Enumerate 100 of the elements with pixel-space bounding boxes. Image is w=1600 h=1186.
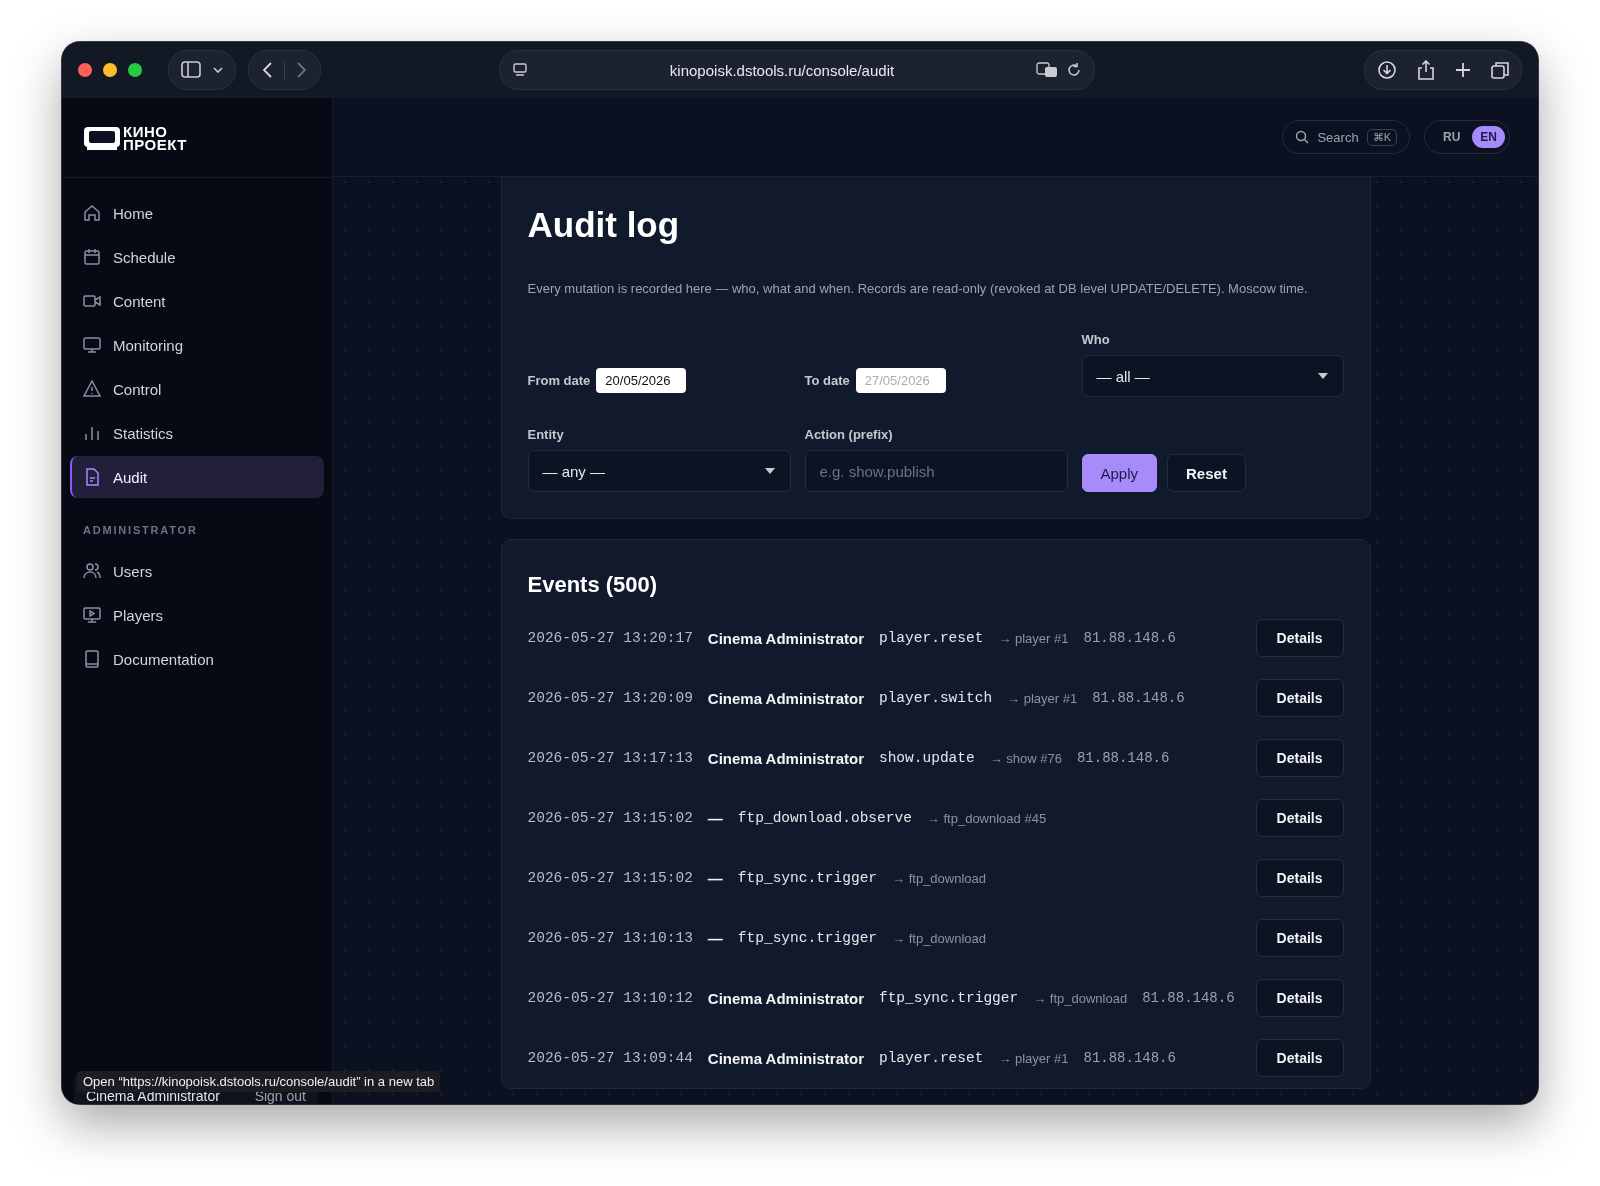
back-icon[interactable] <box>263 62 272 78</box>
field-label: Entity <box>527 427 565 442</box>
monitor-icon <box>82 335 102 355</box>
calendar-icon <box>82 247 102 267</box>
sidebar-item[interactable]: Audit <box>70 456 324 498</box>
field-label: Who <box>1081 332 1111 347</box>
section-title: ADMINISTRATOR <box>82 523 199 538</box>
details-button[interactable]: Details <box>1255 619 1344 657</box>
event-action: player.reset <box>878 630 984 646</box>
event-ip: 81.88.148.6 <box>1083 630 1176 646</box>
event-time: 2026-05-27 13:15:02 <box>527 870 693 886</box>
event-action: ftp_download.observe <box>737 810 912 826</box>
event-target: → ftp_download <box>892 930 986 946</box>
field-label: From date <box>527 373 591 388</box>
date-field[interactable]: 27/05/2026 <box>855 368 946 393</box>
event-action: player.switch <box>878 690 993 706</box>
share-icon[interactable] <box>1417 60 1435 80</box>
details-button[interactable]: Details <box>1255 979 1344 1017</box>
sidebar-item[interactable]: Home <box>70 192 324 234</box>
apply-button[interactable]: Apply <box>1081 454 1158 492</box>
event-time: 2026-05-27 13:09:44 <box>527 1050 693 1066</box>
action-input[interactable]: e.g. show.publish <box>804 450 1068 492</box>
shortcut-hint: ⌘K <box>1366 128 1397 146</box>
sidebar-item[interactable]: Monitoring <box>70 324 324 366</box>
download-icon[interactable] <box>1377 60 1397 80</box>
logo[interactable]: КИНО ПРОЕКТ <box>83 124 187 151</box>
details-button[interactable]: Details <box>1255 919 1344 957</box>
caret-icon <box>1316 372 1329 380</box>
event-actor: Cinema Administrator <box>707 989 864 1007</box>
zoom-window-button[interactable] <box>128 63 142 77</box>
event-action: show.update <box>878 750 975 766</box>
reload-icon[interactable] <box>1066 62 1082 78</box>
close-window-button[interactable] <box>78 63 92 77</box>
page-title: Audit log <box>527 205 681 245</box>
event-time: 2026-05-27 13:20:09 <box>527 690 693 706</box>
event-target: → ftp_download <box>1033 990 1128 1006</box>
field-label: Action (prefix) <box>804 427 894 442</box>
event-target: → ftp_download <box>892 870 986 886</box>
sidebar-item[interactable]: Players <box>70 594 324 636</box>
details-button[interactable]: Details <box>1255 1039 1344 1077</box>
event-actor: — <box>707 929 723 947</box>
book-icon <box>82 649 102 669</box>
search-icon <box>1295 130 1310 144</box>
event-actor: — <box>707 869 723 887</box>
translate-icon[interactable] <box>1036 62 1058 78</box>
event-time: 2026-05-27 13:15:02 <box>527 810 693 826</box>
who-select[interactable]: — all — <box>1081 355 1344 397</box>
field-label: To date <box>804 373 850 388</box>
new-tab-icon[interactable] <box>1455 62 1471 78</box>
language-option[interactable]: EN <box>1472 126 1505 148</box>
event-target: → player #1 <box>998 1050 1069 1066</box>
details-button[interactable]: Details <box>1255 799 1344 837</box>
event-ip: 81.88.148.6 <box>1092 690 1185 706</box>
event-ip: 81.88.148.6 <box>1083 1050 1176 1066</box>
warning-icon <box>82 379 102 399</box>
sidebar-toggle-button[interactable] <box>168 50 236 90</box>
reset-button[interactable]: Reset <box>1167 454 1246 492</box>
event-time: 2026-05-27 13:10:13 <box>527 930 693 946</box>
event-ip: 81.88.148.6 <box>1142 990 1235 1006</box>
caret-icon <box>763 467 776 475</box>
event-target: → player #1 <box>998 630 1069 646</box>
sidebar-item[interactable]: Statistics <box>70 412 324 454</box>
details-button[interactable]: Details <box>1255 859 1344 897</box>
language-option[interactable]: RU <box>1435 126 1469 148</box>
minimize-window-button[interactable] <box>103 63 117 77</box>
users-icon <box>82 561 102 581</box>
sidebar-item[interactable]: Control <box>70 368 324 410</box>
event-actor: Cinema Administrator <box>707 689 864 707</box>
event-target: → player #1 <box>1007 690 1078 706</box>
sidebar-item[interactable]: Users <box>70 550 324 592</box>
address-bar[interactable]: kinopoisk.dstools.ru/console/audit <box>499 50 1095 90</box>
event-action: ftp_sync.trigger <box>878 990 1019 1006</box>
sidebar-icon <box>181 60 201 80</box>
home-icon <box>82 203 102 223</box>
player-icon <box>82 605 102 625</box>
event-time: 2026-05-27 13:10:12 <box>527 990 693 1006</box>
event-actor: Cinema Administrator <box>707 1049 864 1067</box>
event-action: player.reset <box>878 1050 984 1066</box>
event-action: ftp_sync.trigger <box>737 930 878 946</box>
event-time: 2026-05-27 13:20:17 <box>527 630 693 646</box>
details-button[interactable]: Details <box>1255 739 1344 777</box>
event-target: → ftp_download #45 <box>926 810 1047 826</box>
event-actor: — <box>707 809 723 827</box>
section-heading: Events (500) <box>527 572 659 598</box>
date-field[interactable]: 20/05/2026 <box>596 368 687 393</box>
event-actor: Cinema Administrator <box>707 749 864 767</box>
sidebar-item[interactable]: Schedule <box>70 236 324 278</box>
event-time: 2026-05-27 13:17:13 <box>527 750 693 766</box>
forward-icon[interactable] <box>297 62 306 78</box>
tabs-icon[interactable] <box>1491 61 1509 79</box>
sidebar-item[interactable]: Documentation <box>70 638 324 680</box>
page-icon <box>512 62 528 78</box>
event-ip: 81.88.148.6 <box>1076 750 1170 766</box>
entity-select[interactable]: — any — <box>527 450 791 492</box>
details-button[interactable]: Details <box>1255 679 1344 717</box>
chevron-down-icon <box>213 67 223 73</box>
event-action: ftp_sync.trigger <box>737 870 878 886</box>
page-description: Every mutation is recorded here — who, what and when. Records are read-only (revoked at DB level UPDATE/DELETE). Moscow time. <box>527 281 1309 296</box>
sidebar-item[interactable]: Content <box>70 280 324 322</box>
event-actor: Cinema Administrator <box>707 629 864 647</box>
